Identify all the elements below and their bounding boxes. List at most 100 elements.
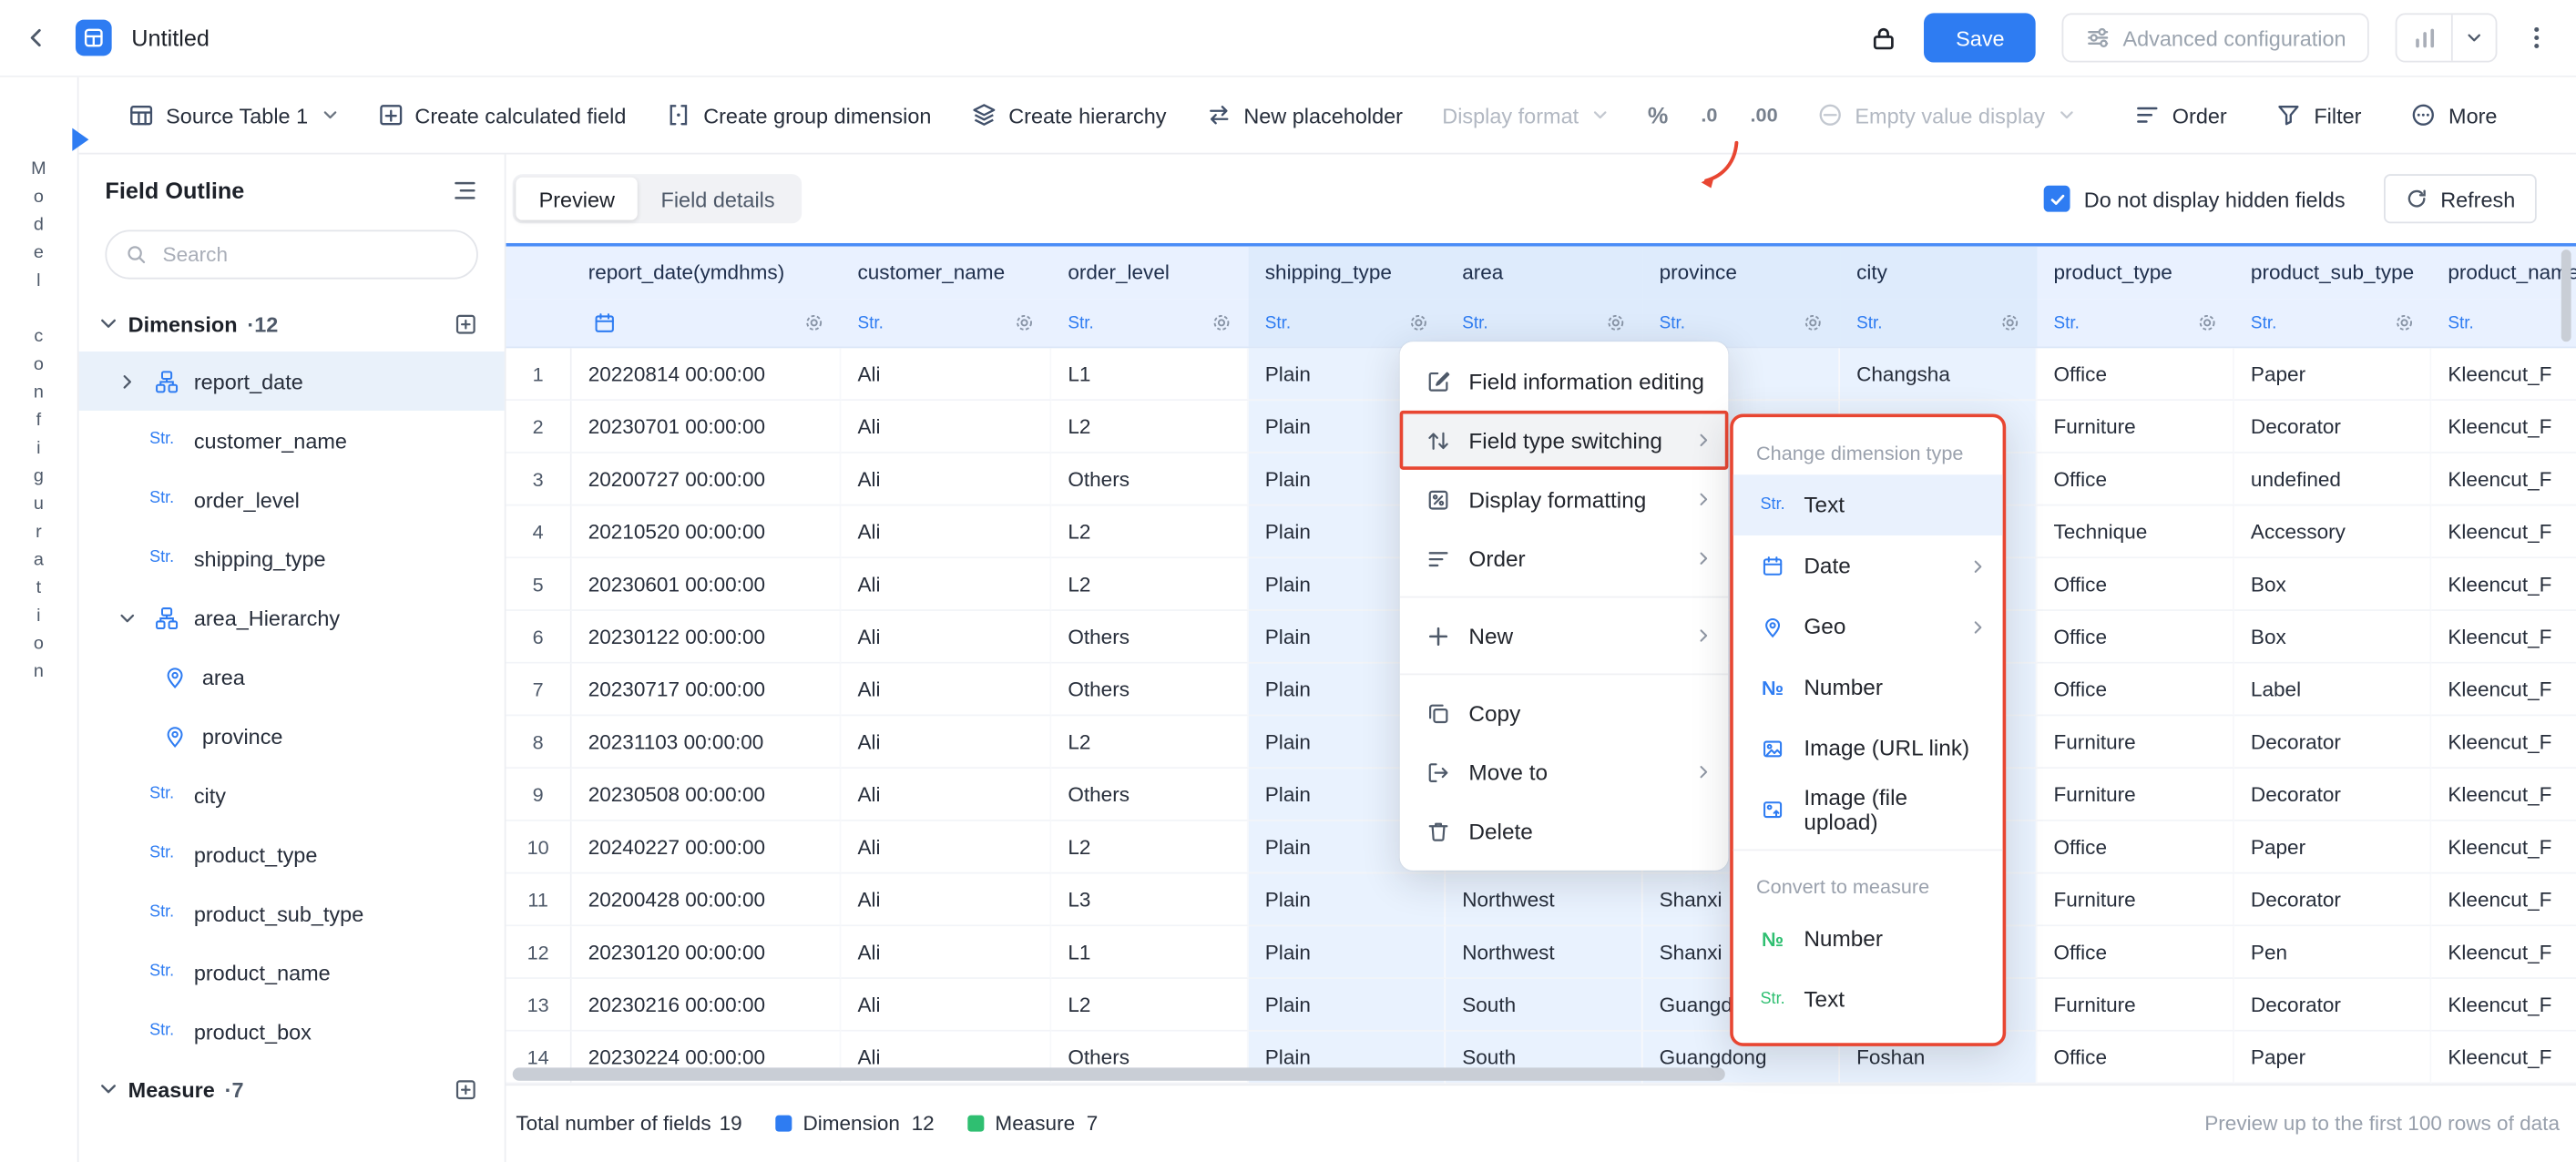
table-cell: Furniture (2037, 979, 2234, 1032)
sidebar-item-customer-name[interactable]: Str. customer_name (79, 411, 505, 470)
submenu-item-convert-text[interactable]: Str. Text (1733, 969, 2003, 1030)
group-dimension-icon (666, 102, 692, 128)
more-menu-kebab-icon[interactable] (2523, 25, 2550, 51)
filter-button[interactable]: Filter (2276, 102, 2362, 128)
submenu-item-date[interactable]: Date (1733, 535, 2003, 596)
menu-item-delete[interactable]: Delete (1400, 801, 1729, 861)
expand-panel-handle[interactable] (72, 128, 88, 151)
table-cell: Office (2037, 454, 2234, 506)
outline-view-icon[interactable] (452, 178, 478, 204)
column-header[interactable]: report_date(ymdhms) (572, 247, 842, 300)
increase-decimal-button[interactable]: .00 (1751, 104, 1778, 127)
table-cell: Office (2037, 558, 2234, 611)
column-header[interactable]: shipping_type (1249, 247, 1446, 300)
string-type-icon: Str. (149, 432, 182, 448)
column-settings-icon[interactable] (1408, 312, 1429, 333)
menu-item-move-to[interactable]: Move to (1400, 742, 1729, 801)
column-header[interactable]: product_name (2431, 247, 2576, 300)
column-header[interactable]: product_type (2037, 247, 2234, 300)
menu-divider (1733, 849, 2003, 851)
chart-icon[interactable] (2397, 15, 2452, 61)
new-placeholder-button[interactable]: New placeholder (1206, 102, 1403, 128)
copy-icon (1423, 700, 1452, 725)
sidebar-item-product-type[interactable]: Str. product_type (79, 824, 505, 883)
sidebar-item-area[interactable]: area (79, 647, 505, 707)
sidebar-item-report-date[interactable]: report_date (79, 352, 505, 411)
tab-field-details[interactable]: Field details (638, 178, 798, 220)
column-header[interactable]: customer_name (841, 247, 1051, 300)
edit-icon (1423, 369, 1452, 393)
sidebar-item-city[interactable]: Str. city (79, 765, 505, 824)
column-header[interactable]: province (1643, 247, 1840, 300)
table-cell: Ali (841, 506, 1051, 559)
menu-item-new[interactable]: New (1400, 606, 1729, 666)
column-header[interactable]: product_sub_type (2234, 247, 2431, 300)
app-window: Untitled Save Advanced configuration (0, 0, 2576, 1162)
batch-edit-fields-icon[interactable] (454, 311, 478, 336)
more-button[interactable]: More (2411, 102, 2498, 128)
visualize-split-button (2396, 13, 2498, 62)
horizontal-scrollbar[interactable] (513, 1067, 1725, 1080)
chevron-down-icon[interactable] (118, 608, 138, 627)
menu-item-order[interactable]: Order (1400, 529, 1729, 588)
submenu-item-text[interactable]: Str. Text (1733, 474, 2003, 535)
hide-hidden-fields-option: Do not display hidden fields (2045, 186, 2346, 212)
column-settings-icon[interactable] (1014, 312, 1035, 333)
image-icon (1756, 737, 1789, 759)
column-settings-icon[interactable] (2196, 312, 2217, 333)
column-header[interactable]: area (1446, 247, 1642, 300)
menu-item-field-type-switching[interactable]: Field type switching (1400, 411, 1729, 470)
context-menu: Field information editing Field type swi… (1400, 341, 1729, 871)
submenu-item-image-upload[interactable]: Image (file upload) (1733, 779, 2003, 840)
dimension-section-header[interactable]: Dimension ·12 (79, 296, 505, 352)
create-hierarchy-button[interactable]: Create hierarchy (971, 102, 1167, 128)
sidebar-item-order-level[interactable]: Str. order_level (79, 470, 505, 529)
table-cell: Kleencut_F (2431, 348, 2576, 401)
chevron-right-icon[interactable] (118, 372, 138, 391)
column-settings-icon[interactable] (2394, 312, 2415, 333)
column-header[interactable]: city (1840, 247, 2037, 300)
menu-item-field-information-editing[interactable]: Field information editing (1400, 352, 1729, 411)
column-settings-icon[interactable] (803, 312, 824, 333)
sidebar-item-product-name[interactable]: Str. product_name (79, 943, 505, 1002)
decrease-decimal-button[interactable]: .0 (1701, 104, 1717, 127)
sidebar-item-shipping-type[interactable]: Str. shipping_type (79, 529, 505, 588)
search-input[interactable] (159, 241, 458, 268)
menu-item-copy[interactable]: Copy (1400, 683, 1729, 742)
back-button[interactable] (23, 25, 49, 51)
submenu-item-geo[interactable]: Geo (1733, 596, 2003, 657)
menu-item-display-formatting[interactable]: Display formatting (1400, 470, 1729, 529)
submenu-item-number[interactable]: № Number (1733, 657, 2003, 718)
percent-format-button[interactable]: % (1648, 102, 1668, 128)
chart-dropdown-chevron-icon[interactable] (2453, 15, 2496, 61)
measure-section-header[interactable]: Measure ·7 (79, 1061, 505, 1116)
column-settings-icon[interactable] (1803, 312, 1824, 333)
vertical-scrollbar[interactable] (2561, 250, 2571, 341)
table-cell: Paper (2234, 1032, 2431, 1085)
column-header[interactable]: order_level (1051, 247, 1248, 300)
batch-edit-fields-icon[interactable] (454, 1076, 478, 1101)
column-settings-icon[interactable] (1211, 312, 1232, 333)
table-cell: Plain (1249, 926, 1446, 979)
order-button[interactable]: Order (2134, 102, 2226, 128)
table-cell: Office (2037, 926, 2234, 979)
save-button[interactable]: Save (1925, 13, 2036, 62)
create-group-dimension-button[interactable]: Create group dimension (666, 102, 932, 128)
table-cell: 20230717 00:00:00 (572, 664, 842, 717)
sidebar-item-product-box[interactable]: Str. product_box (79, 1002, 505, 1061)
tab-preview[interactable]: Preview (516, 178, 638, 220)
hidden-fields-checkbox[interactable] (2045, 186, 2071, 212)
column-settings-icon[interactable] (1605, 312, 1626, 333)
sidebar-item-product-sub-type[interactable]: Str. product_sub_type (79, 883, 505, 943)
submenu-item-convert-number[interactable]: № Number (1733, 908, 2003, 969)
create-calculated-field-button[interactable]: Create calculated field (377, 102, 626, 128)
refresh-button[interactable]: Refresh (2385, 174, 2537, 223)
sidebar-item-area-hierarchy[interactable]: area_Hierarchy (79, 588, 505, 647)
submenu-item-image-url[interactable]: Image (URL link) (1733, 718, 2003, 779)
source-table-selector[interactable]: Source Table 1 (128, 102, 338, 128)
lock-icon[interactable] (1870, 24, 1898, 52)
string-type-icon: Str. (149, 905, 182, 922)
column-settings-icon[interactable] (1999, 312, 2020, 333)
advanced-configuration-button[interactable]: Advanced configuration (2062, 13, 2369, 62)
sidebar-item-province[interactable]: province (79, 707, 505, 766)
